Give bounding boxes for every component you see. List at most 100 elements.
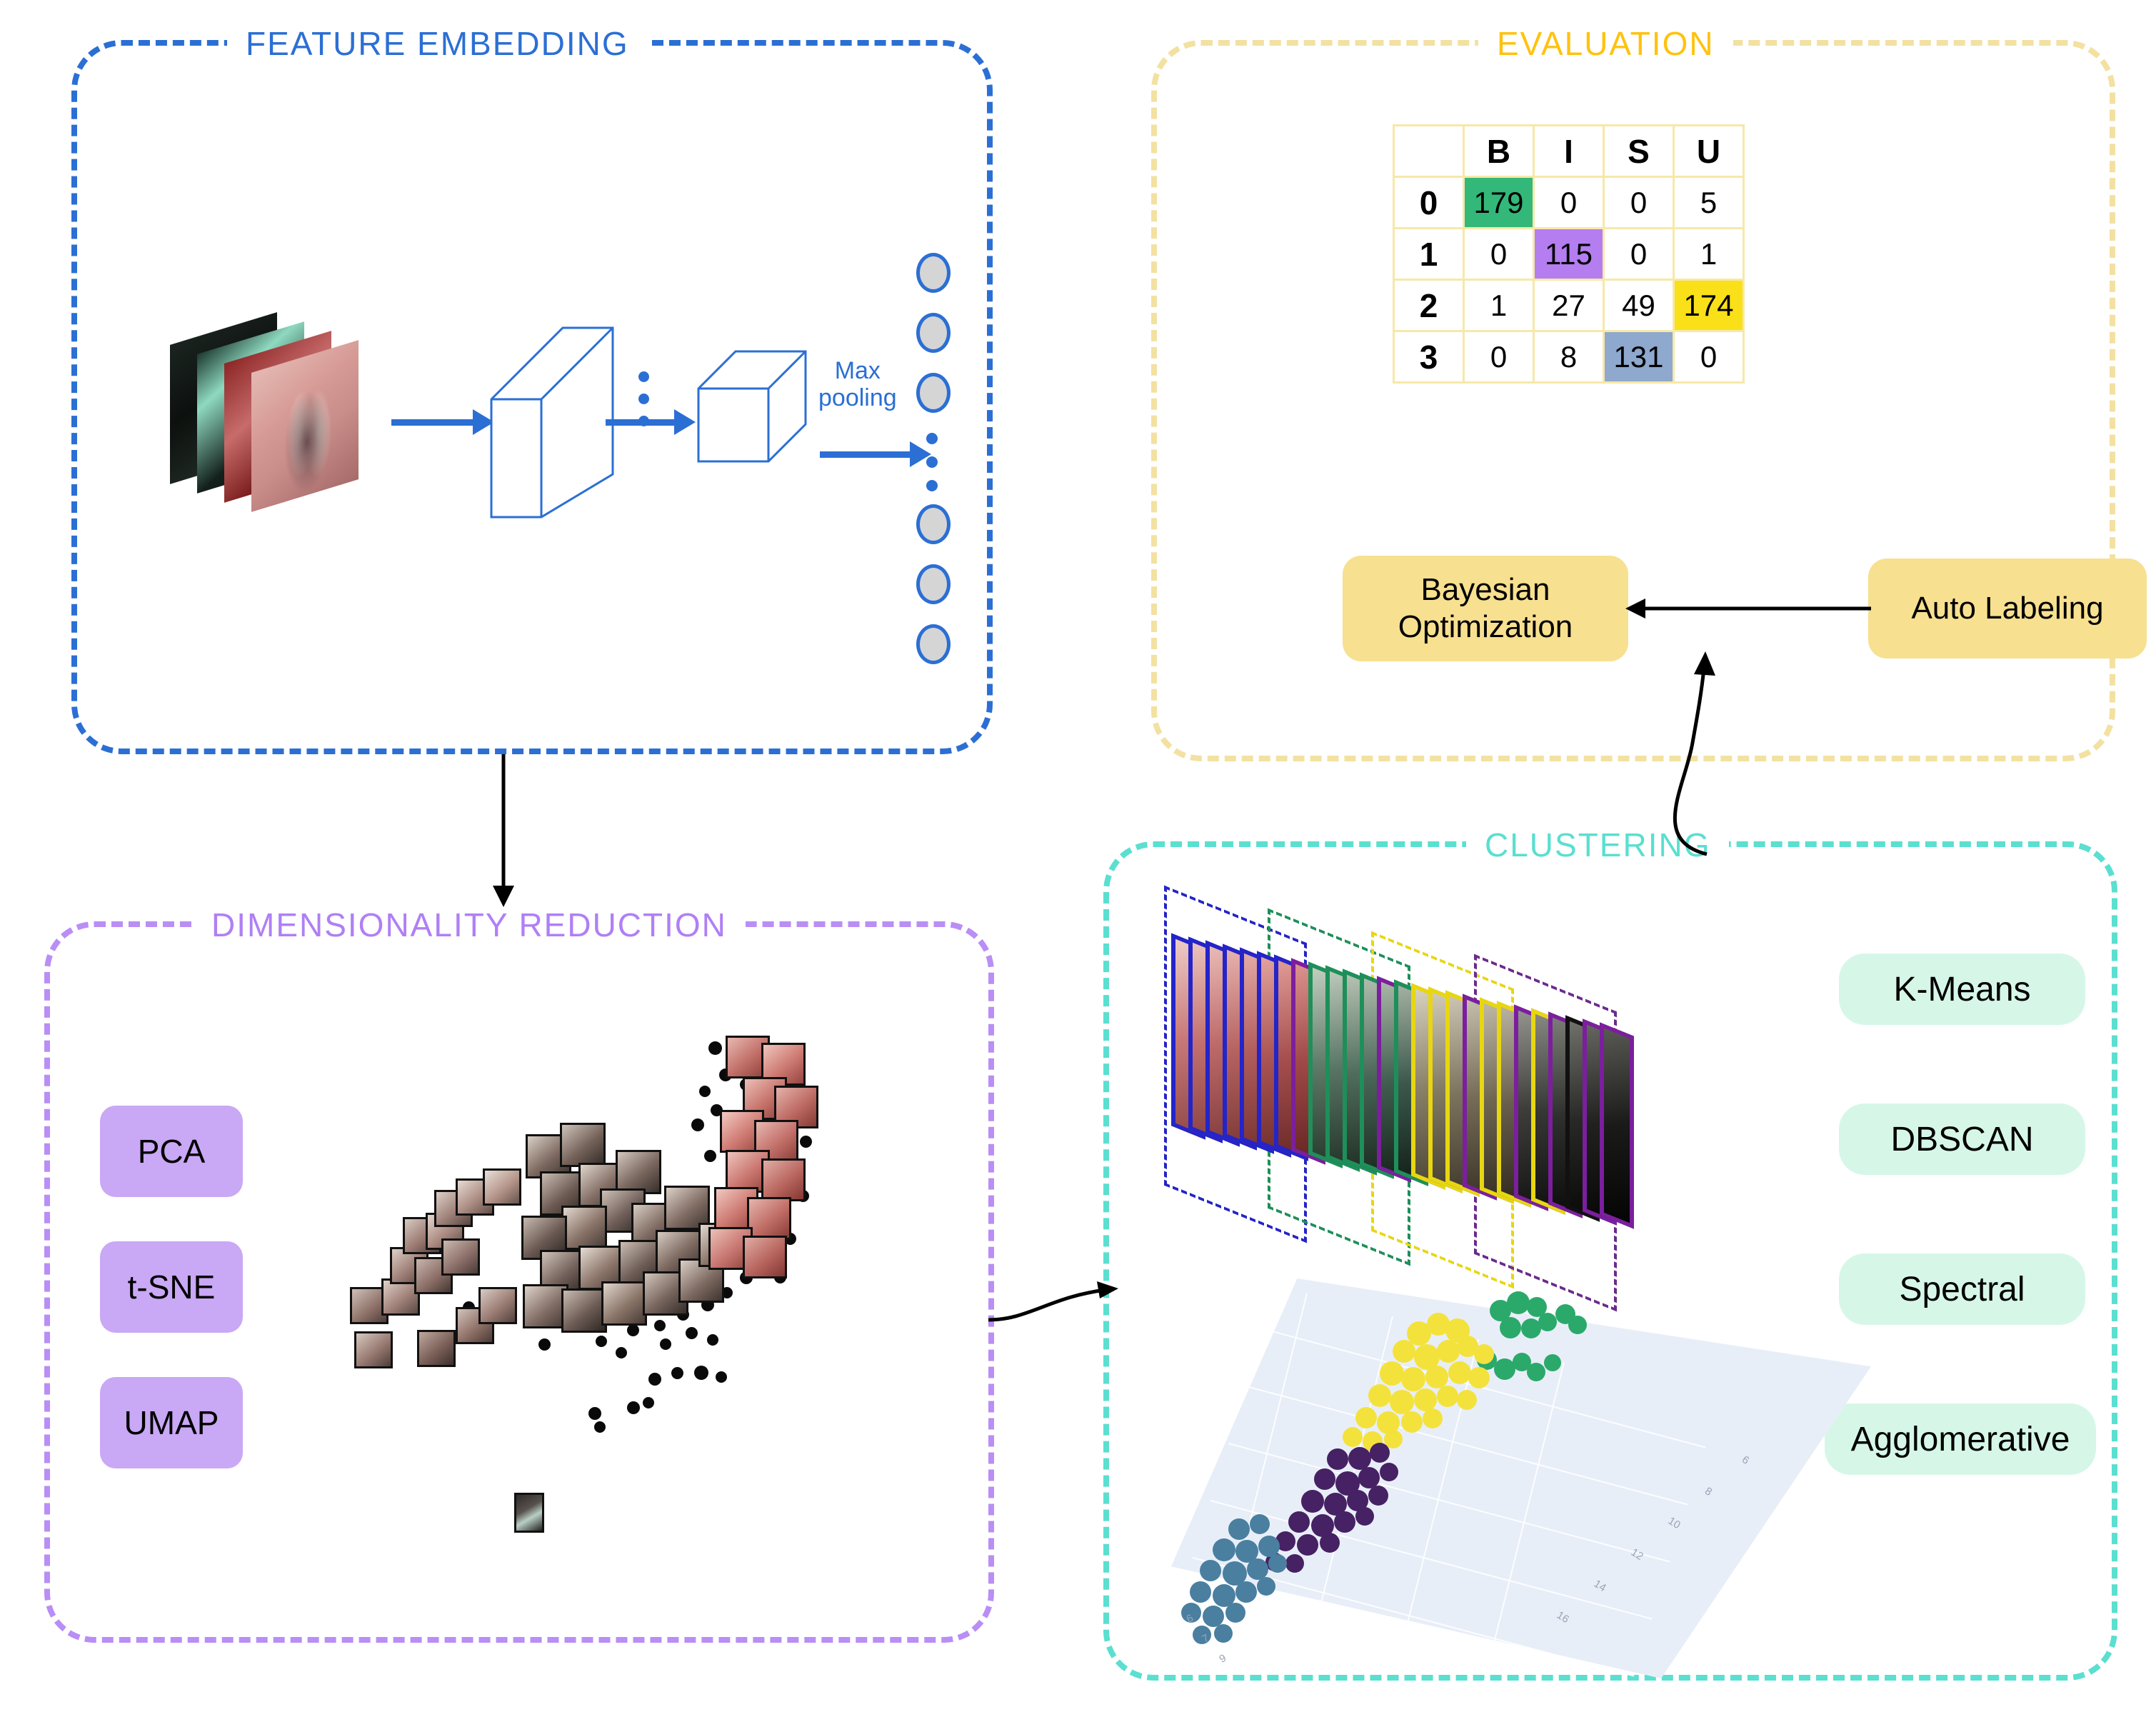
scatter-3d-floor [1171,1278,1871,1678]
table-row: 2 1 27 49 174 [1393,279,1745,332]
scatter-dot [699,1086,711,1097]
scatter-thumbnail [743,1236,787,1278]
cluster-point-green [1500,1317,1521,1338]
cluster-point-blue [1214,1624,1233,1643]
auto-labeling-box[interactable]: Auto Labeling [1868,559,2147,659]
cluster-point-purple [1327,1448,1348,1470]
column-header-u: U [1673,124,1745,178]
cluster-point-purple [1297,1534,1318,1556]
confusion-matrix: B I S U 0 179 0 0 5 1 0 115 0 1 2 1 27 4… [1393,124,1745,384]
cluster-point-yellow [1457,1390,1477,1410]
method-button-tsne[interactable]: t-SNE [100,1241,243,1333]
cluster-point-purple [1320,1533,1340,1553]
scatter-dot [654,1320,666,1331]
scatter-dot [694,1366,708,1380]
scatter-thumbnail [441,1238,480,1276]
method-button-umap[interactable]: UMAP [100,1377,243,1468]
panel-feature-embedding: FEATURE EMBEDDING Max pooling [71,24,993,754]
cluster-point-blue [1225,1603,1245,1623]
method-label-umap: UMAP [124,1404,219,1441]
cluster-point-yellow [1390,1390,1414,1414]
bayesian-optimization-line1: Bayesian [1420,572,1550,608]
scatter-thumbnail [616,1150,661,1194]
cluster-point-yellow [1401,1411,1423,1433]
column-header-s: S [1603,124,1675,178]
cluster-3d-scatter-plot: 6 8 10 12 14 16 6 7 9 [1171,1278,1871,1695]
arrow-clustering-to-autolabel [1673,651,1715,856]
neuron [916,373,951,413]
neuron-ellipsis-dots [926,433,951,491]
panel-title-dimensionality-reduction: DIMENSIONALITY REDUCTION [193,906,746,944]
cluster-point-blue [1257,1577,1275,1596]
method-label-tsne: t-SNE [127,1268,216,1306]
arrow-autolabel-to-bayesian [1625,599,1871,619]
cluster-point-green [1527,1363,1545,1381]
cluster-point-blue [1235,1581,1257,1603]
algorithm-label-spectral: Spectral [1899,1270,2025,1308]
pooled-feature-cube [697,350,807,463]
cluster-point-yellow [1423,1408,1443,1428]
matrix-cell: 5 [1673,176,1745,229]
scatter-dot [594,1421,606,1433]
embedding-scatter-plot [343,1036,857,1536]
algorithm-button-spectral[interactable]: Spectral [1839,1253,2085,1325]
matrix-cell: 49 [1603,279,1675,332]
algorithm-label-agglomerative: Agglomerative [1850,1420,2070,1458]
cluster-point-blue [1268,1554,1287,1573]
cluster-point-yellow [1401,1367,1425,1391]
matrix-cell: 131 [1603,330,1675,384]
matrix-cell: 0 [1463,330,1535,384]
cluster-point-purple [1285,1554,1304,1573]
table-row: 0 179 0 0 5 [1393,176,1745,229]
matrix-cell: 174 [1673,279,1745,332]
arrow-conv-to-pool [606,409,696,435]
scatter-dot [708,1041,722,1055]
scatter-thumbnail [514,1493,544,1533]
cluster-point-purple [1301,1490,1324,1513]
algorithm-button-dbscan[interactable]: DBSCAN [1839,1103,2085,1175]
algorithm-button-k-means[interactable]: K-Means [1839,953,2085,1025]
matrix-cell: 0 [1463,227,1535,281]
max-pooling-label: Max pooling [818,357,897,411]
cluster-point-yellow [1468,1367,1490,1388]
cluster-point-yellow [1355,1407,1377,1428]
scatter-thumbnail [601,1281,647,1326]
cluster-point-purple [1288,1511,1310,1533]
neuron [916,253,951,293]
method-button-pca[interactable]: PCA [100,1106,243,1197]
matrix-cell: 1 [1463,279,1535,332]
cluster-point-green [1538,1313,1557,1331]
table-row: 3 0 8 131 0 [1393,330,1745,384]
cluster-point-blue [1228,1518,1250,1540]
arrow-input-to-conv [391,409,494,435]
row-header-1: 1 [1393,227,1465,281]
cluster-point-blue [1190,1581,1211,1603]
cluster-point-blue [1250,1514,1270,1534]
neuron [916,564,951,604]
matrix-cell: 8 [1533,330,1605,384]
cluster-point-purple [1314,1468,1335,1490]
matrix-cell: 115 [1533,227,1605,281]
scatter-dot [660,1338,671,1350]
matrix-corner-cell [1393,124,1465,178]
scatter-dot [686,1327,698,1339]
scatter-dot [671,1367,683,1379]
panel-title-evaluation: EVALUATION [1478,24,1733,63]
cluster-point-purple [1334,1511,1355,1533]
table-header-row: B I S U [1393,124,1745,178]
auto-labeling-label: Auto Labeling [1911,591,2104,626]
cluster-point-yellow [1380,1361,1404,1386]
cnn-illustration: Max pooling [77,46,987,749]
algorithm-label-k-means: K-Means [1893,970,2031,1008]
cluster-point-yellow [1437,1340,1460,1363]
row-header-2: 2 [1393,279,1465,332]
scatter-dot [643,1397,654,1408]
input-image-stack [170,303,384,517]
cluster-point-blue [1213,1538,1235,1561]
method-label-pca: PCA [137,1133,206,1170]
cluster-point-yellow [1448,1361,1471,1384]
scatter-dot [627,1324,639,1336]
diagram-canvas: FEATURE EMBEDDING Max pooling EVALUATION… [0,0,2156,1712]
scatter-dot [596,1336,607,1347]
matrix-cell: 179 [1463,176,1535,229]
